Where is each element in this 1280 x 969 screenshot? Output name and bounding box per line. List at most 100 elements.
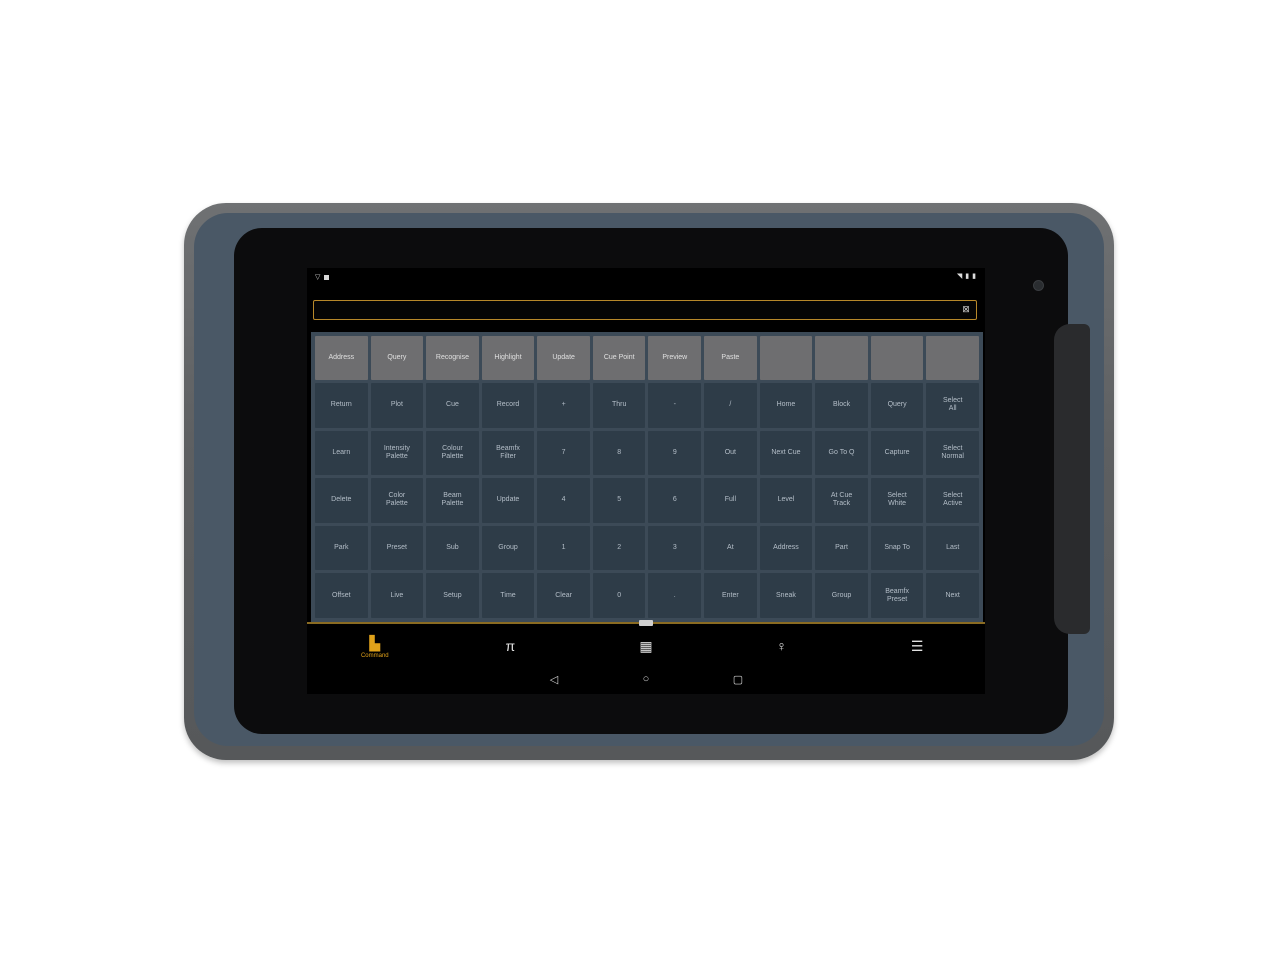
keypad-key[interactable]: Address (759, 525, 813, 571)
keypad-key[interactable]: Beamfx Filter (481, 430, 535, 476)
keypad-key[interactable]: Colour Palette (426, 430, 479, 476)
keypad-key[interactable]: Preset (370, 525, 424, 571)
tab-label: Command (360, 652, 389, 659)
keypad-top-key[interactable] (815, 336, 868, 380)
recents-square-icon[interactable]: ▢ (731, 673, 745, 686)
grid-icon: ▦ (639, 637, 653, 654)
tab-mic[interactable]: ♀ (714, 626, 850, 668)
keypad-key[interactable]: Next Cue (759, 430, 813, 476)
notification-square-icon (324, 274, 330, 280)
keypad-key[interactable]: Beam Palette (426, 478, 479, 523)
keypad-key[interactable]: Part (815, 525, 868, 571)
status-left: ▽ (315, 273, 333, 281)
keypad-key[interactable]: 0 (592, 573, 646, 618)
pi-icon: π (505, 637, 516, 654)
keypad-top-key[interactable]: Query (370, 336, 424, 380)
keypad-key[interactable]: Query (870, 383, 924, 428)
tab-grid[interactable]: ▦ (578, 626, 714, 668)
keypad-key[interactable]: 5 (592, 478, 646, 523)
back-triangle-icon[interactable]: ◁ (547, 673, 561, 686)
keypad-top-key[interactable] (870, 336, 924, 380)
keypad-key[interactable]: Full (704, 478, 757, 523)
keypad-key[interactable]: Thru (592, 383, 646, 428)
keypad-key[interactable]: Next (926, 573, 979, 618)
keypad-key[interactable]: Delete (315, 478, 368, 523)
faders-icon: ☰ (910, 637, 924, 654)
keypad-key[interactable]: Offset (315, 573, 368, 618)
home-circle-icon[interactable]: ○ (639, 673, 653, 685)
keypad-key[interactable]: 8 (592, 430, 646, 476)
keypad-key[interactable]: + (537, 383, 590, 428)
keypad-key[interactable]: Beamfx Preset (870, 573, 924, 618)
keypad-key[interactable]: Return (315, 383, 368, 428)
keypad-key[interactable]: / (704, 383, 757, 428)
keypad-top-key[interactable]: Preview (648, 336, 702, 380)
keypad-key[interactable]: Plot (370, 383, 424, 428)
keypad-top-key[interactable] (926, 336, 979, 380)
tab-pi[interactable]: π (443, 626, 579, 668)
keypad-key[interactable]: Live (370, 573, 424, 618)
keypad-key[interactable]: Out (704, 430, 757, 476)
keypad-top-key[interactable]: Address (315, 336, 368, 380)
keypad-key[interactable]: Last (926, 525, 979, 571)
tab-command[interactable]: ▙ Command (307, 626, 443, 668)
keypad-key[interactable]: Record (481, 383, 535, 428)
keypad-key[interactable]: 3 (648, 525, 702, 571)
keypad-key[interactable]: - (648, 383, 702, 428)
keypad-key[interactable]: Learn (315, 430, 368, 476)
keypad-key[interactable]: Park (315, 525, 368, 571)
keypad-key[interactable]: At (704, 525, 757, 571)
keypad-icon: ▙ (369, 634, 381, 651)
keypad-key[interactable]: Sub (426, 525, 479, 571)
keypad-top-key[interactable]: Update (537, 336, 590, 380)
keypad-key[interactable]: Level (759, 478, 813, 523)
keypad-key[interactable]: 7 (537, 430, 590, 476)
signal-icon: ▮ (965, 273, 970, 280)
keypad-key[interactable]: 2 (592, 525, 646, 571)
keypad-key[interactable]: Select All (926, 383, 979, 428)
keypad-key[interactable]: 6 (648, 478, 702, 523)
keypad-key[interactable]: 1 (537, 525, 590, 571)
keypad-key[interactable]: Color Palette (370, 478, 424, 523)
notification-icon: ▽ (315, 274, 321, 281)
keypad-key[interactable]: Go To Q (815, 430, 868, 476)
keypad-key[interactable]: Select White (870, 478, 924, 523)
bottom-tab-bar: ▙ Command π ▦ ♀ ☰ (307, 626, 985, 668)
keypad-key[interactable]: Setup (426, 573, 479, 618)
keypad-top-key[interactable]: Cue Point (592, 336, 646, 380)
keypad-key[interactable]: Update (481, 478, 535, 523)
keypad-key[interactable]: Select Normal (926, 430, 979, 476)
keypad-key[interactable]: . (648, 573, 702, 618)
keypad-key[interactable]: Clear (537, 573, 590, 618)
keypad-key[interactable]: Group (815, 573, 868, 618)
keypad-key[interactable]: At Cue Track (815, 478, 868, 523)
keypad-top-key[interactable]: Highlight (481, 336, 535, 380)
wifi-icon: ◥ (956, 273, 963, 280)
status-bar: ▽ ◥ ▮ ▮ (307, 268, 985, 294)
keypad-key[interactable]: Enter (704, 573, 757, 618)
keypad-key[interactable]: Select Active (926, 478, 979, 523)
keypad-key[interactable]: Sneak (759, 573, 813, 618)
keypad-key[interactable]: 4 (537, 478, 590, 523)
keypad-key[interactable]: Time (481, 573, 535, 618)
tablet-screen: ▽ ◥ ▮ ▮ ⊠ Address Query Recognise Highlight… (307, 268, 985, 694)
system-navigation-bar: ◁ ○ ▢ (307, 668, 985, 694)
keypad-key[interactable]: Group (481, 525, 535, 571)
keypad-top-key[interactable]: Recognise (426, 336, 479, 380)
keypad-key[interactable]: 9 (648, 430, 702, 476)
product-photo: ▽ ◥ ▮ ▮ ⊠ Address Query Recognise Highlight… (0, 0, 1280, 969)
keypad-key[interactable]: Snap To (870, 525, 924, 571)
keypad-key[interactable]: Intensity Palette (370, 430, 424, 476)
close-icon[interactable]: ⊠ (961, 304, 971, 314)
keypad-top-key[interactable] (759, 336, 813, 380)
battery-icon: ▮ (972, 273, 976, 280)
tab-faders[interactable]: ☰ (849, 626, 985, 668)
keypad-key[interactable]: Block (815, 383, 868, 428)
keypad-top-key[interactable]: Paste (704, 336, 757, 380)
keypad-key[interactable]: Cue (426, 383, 479, 428)
status-right: ◥ ▮ ▮ (957, 272, 979, 280)
keypad-key[interactable]: Capture (870, 430, 924, 476)
tablet-side-grip (1054, 324, 1090, 634)
command-line-input[interactable]: ⊠ (313, 300, 977, 320)
keypad-key[interactable]: Home (759, 383, 813, 428)
